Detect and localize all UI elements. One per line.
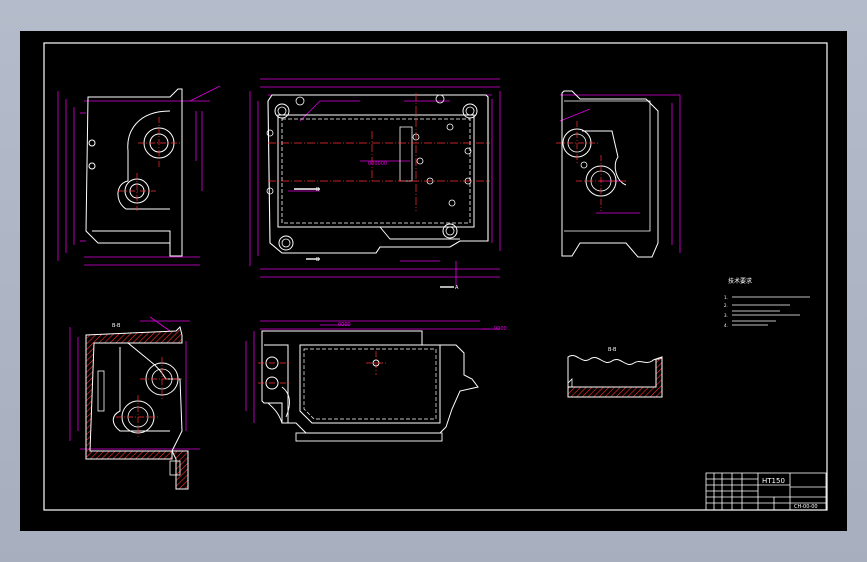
cad-viewport[interactable]: B B A 000000 B-B 0000 0000 B-B 技术要求 1. 2…: [20, 31, 847, 531]
note-item-1: 1.: [724, 295, 728, 300]
side-view-right: [556, 90, 681, 258]
partial-section-view: [567, 355, 663, 398]
plan-view: [249, 78, 501, 288]
title-block-part-number: HT150: [762, 477, 785, 485]
front-dim-callout-2: 0000: [494, 326, 507, 332]
section-view-label: B-B: [112, 323, 121, 329]
side-view-left: [57, 85, 221, 266]
front-section-view: [245, 320, 500, 442]
technical-notes: 技术要求 1. 2. 3. 4.: [724, 277, 810, 328]
section-label-b2: B: [316, 257, 320, 263]
title-block-drawing-code: CH-00-00: [794, 504, 818, 510]
notes-title: 技术要求: [728, 277, 752, 285]
front-dim-callout: 0000: [338, 322, 351, 328]
section-view-left: [69, 316, 200, 490]
note-item-4: 4.: [724, 323, 728, 328]
partial-view-label: B-B: [608, 347, 617, 353]
drawing-canvas: B B A 000000 B-B 0000 0000 B-B 技术要求 1. 2…: [43, 42, 828, 511]
note-item-3: 3.: [724, 313, 728, 318]
drawing-border: [43, 42, 828, 511]
note-item-2: 2.: [724, 303, 728, 308]
plan-dim-callout: 000000: [368, 161, 387, 167]
section-label-b: B: [316, 187, 320, 193]
section-label-a: A: [455, 285, 459, 291]
